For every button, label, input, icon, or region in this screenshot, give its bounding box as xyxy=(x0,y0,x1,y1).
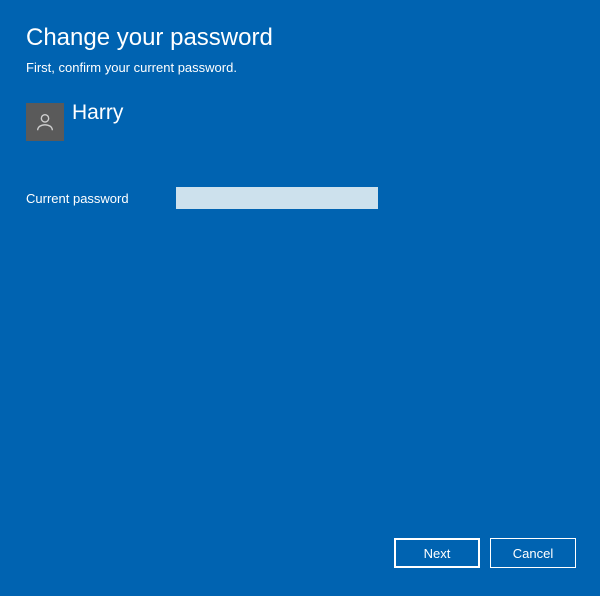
username: Harry xyxy=(72,101,123,124)
page-subtitle: First, confirm your current password. xyxy=(26,60,574,75)
current-password-input[interactable] xyxy=(176,187,378,209)
cancel-button[interactable]: Cancel xyxy=(490,538,576,568)
footer: Next Cancel xyxy=(394,538,576,568)
current-password-row: Current password xyxy=(0,141,600,209)
header: Change your password First, confirm your… xyxy=(0,0,600,75)
next-button[interactable]: Next xyxy=(394,538,480,568)
current-password-label: Current password xyxy=(26,191,162,206)
user-icon xyxy=(34,111,56,133)
page-title: Change your password xyxy=(26,24,574,52)
avatar xyxy=(26,103,64,141)
user-row: Harry xyxy=(0,75,600,141)
